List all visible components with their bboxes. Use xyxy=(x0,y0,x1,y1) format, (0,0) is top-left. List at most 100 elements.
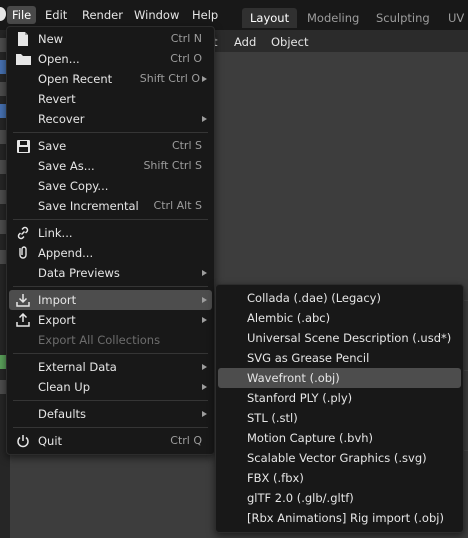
link-icon xyxy=(15,225,31,241)
menu-item-label: Collada (.dae) (Legacy) xyxy=(247,291,381,305)
menu-item-defaults[interactable]: Defaults xyxy=(9,404,212,424)
menu-window[interactable]: Window xyxy=(129,6,184,24)
tab-uv[interactable]: UV xyxy=(440,8,468,28)
menu-item-label: Recover xyxy=(38,112,85,126)
menu-item-label: Alembic (.abc) xyxy=(247,311,331,325)
menu-item-label: Defaults xyxy=(38,407,87,421)
shortcut-label: Shift Ctrl O xyxy=(139,72,200,85)
menu-item-label: Save Copy... xyxy=(38,179,109,193)
submenu-arrow-icon xyxy=(202,297,207,303)
menu-edit[interactable]: Edit xyxy=(40,6,72,24)
menu-item-append[interactable]: Append... xyxy=(9,243,212,263)
new-file-icon xyxy=(15,31,31,47)
menu-item-external-data[interactable]: External Data xyxy=(9,357,212,377)
menu-item-save-as[interactable]: Save As... Shift Ctrl S xyxy=(9,156,212,176)
menu-item-open[interactable]: Open... Ctrl O xyxy=(9,49,212,69)
menu-item-label: Quit xyxy=(38,434,63,448)
menu-item-data-previews[interactable]: Data Previews xyxy=(9,263,212,283)
save-icon xyxy=(15,138,31,154)
menu-item-open-recent[interactable]: Open Recent Shift Ctrl O xyxy=(9,69,212,89)
menu-item-label: Scalable Vector Graphics (.svg) xyxy=(247,451,427,465)
submenu-arrow-icon xyxy=(202,76,207,82)
menu-item-label: New xyxy=(38,32,64,46)
menu-render[interactable]: Render xyxy=(77,6,128,24)
menu-item-label: Save As... xyxy=(38,159,95,173)
menu-item-clean-up[interactable]: Clean Up xyxy=(9,377,212,397)
submenu-arrow-icon xyxy=(202,384,207,390)
menu-separator xyxy=(13,400,208,401)
menu-item-label: STL (.stl) xyxy=(247,411,298,425)
import-item-alembic[interactable]: Alembic (.abc) xyxy=(218,308,461,328)
menu-item-label: Export xyxy=(38,313,76,327)
blender-logo-icon[interactable] xyxy=(0,7,6,21)
menu-item-new[interactable]: New Ctrl N xyxy=(9,29,212,49)
menu-separator xyxy=(13,219,208,220)
import-item-svg-grease-pencil[interactable]: SVG as Grease Pencil xyxy=(218,348,461,368)
shortcut-label: Shift Ctrl S xyxy=(143,159,202,172)
menu-item-save-copy[interactable]: Save Copy... xyxy=(9,176,212,196)
menu-item-recover[interactable]: Recover xyxy=(9,109,212,129)
submenu-arrow-icon xyxy=(202,270,207,276)
menu-separator xyxy=(13,427,208,428)
import-item-stanford-ply[interactable]: Stanford PLY (.ply) xyxy=(218,388,461,408)
menu-item-label: Open Recent xyxy=(38,72,113,86)
menu-item-label: Data Previews xyxy=(38,266,120,280)
folder-icon xyxy=(15,51,31,67)
menu-item-label: Wavefront (.obj) xyxy=(247,371,340,385)
menu-item-label: Stanford PLY (.ply) xyxy=(247,391,353,405)
import-item-gltf[interactable]: glTF 2.0 (.glb/.gltf) xyxy=(218,488,461,508)
menu-item-label: Import xyxy=(38,293,77,307)
menu-item-label: Revert xyxy=(38,92,76,106)
tab-modeling[interactable]: Modeling xyxy=(299,8,367,28)
blender-window: File Edit Render Window Help Layout Mode… xyxy=(0,0,468,538)
tab-layout[interactable]: Layout xyxy=(242,8,298,28)
menu-item-export-all-collections: Export All Collections xyxy=(9,330,212,350)
submenu-arrow-icon xyxy=(202,364,207,370)
tab-sculpting[interactable]: Sculpting xyxy=(368,8,438,28)
shortcut-label: Ctrl S xyxy=(171,139,202,152)
import-item-usd[interactable]: Universal Scene Description (.usd*) xyxy=(218,328,461,348)
import-item-svg[interactable]: Scalable Vector Graphics (.svg) xyxy=(218,448,461,468)
menu-item-label: Save xyxy=(38,139,67,153)
menu-item-save[interactable]: Save Ctrl S xyxy=(9,136,212,156)
menu-help[interactable]: Help xyxy=(187,6,223,24)
shortcut-label: Ctrl N xyxy=(170,32,202,45)
menu-item-label: External Data xyxy=(38,360,117,374)
file-menu: New Ctrl N Open... Ctrl O Open Recent Sh… xyxy=(6,26,215,455)
append-icon xyxy=(15,245,31,261)
shortcut-label: Ctrl Q xyxy=(170,434,202,447)
menu-item-label: Export All Collections xyxy=(38,333,161,347)
menu-item-export[interactable]: Export xyxy=(9,310,212,330)
import-item-fbx[interactable]: FBX (.fbx) xyxy=(218,468,461,488)
menu-separator xyxy=(13,353,208,354)
menu-item-label: Save Incremental xyxy=(38,199,139,213)
power-icon xyxy=(15,433,31,449)
import-item-wavefront-obj[interactable]: Wavefront (.obj) xyxy=(218,368,461,388)
menu-item-label: Motion Capture (.bvh) xyxy=(247,431,374,445)
menu-separator xyxy=(13,286,208,287)
menu-item-quit[interactable]: Quit Ctrl Q xyxy=(9,431,212,451)
menu-separator xyxy=(13,132,208,133)
shortcut-label: Ctrl Alt S xyxy=(153,199,202,212)
submenu-arrow-icon xyxy=(202,116,207,122)
menu-item-label: Universal Scene Description (.usd*) xyxy=(247,331,452,345)
menu-file[interactable]: File xyxy=(7,6,37,24)
menu-item-save-incremental[interactable]: Save Incremental Ctrl Alt S xyxy=(9,196,212,216)
menu-item-label: SVG as Grease Pencil xyxy=(247,351,370,365)
viewport-menu-object[interactable]: Object xyxy=(271,34,308,50)
import-item-rbx-rig[interactable]: [Rbx Animations] Rig import (.obj) xyxy=(218,508,461,528)
submenu-arrow-icon xyxy=(202,411,207,417)
menu-item-label: Open... xyxy=(38,52,80,66)
menu-item-import[interactable]: Import xyxy=(9,290,212,310)
menu-item-label: glTF 2.0 (.glb/.gltf) xyxy=(247,491,354,505)
menu-item-label: [Rbx Animations] Rig import (.obj) xyxy=(247,511,444,525)
viewport-menu-add[interactable]: Add xyxy=(234,34,256,50)
menu-item-label: Append... xyxy=(38,246,94,260)
menu-item-revert[interactable]: Revert xyxy=(9,89,212,109)
import-item-collada[interactable]: Collada (.dae) (Legacy) xyxy=(218,288,461,308)
import-item-stl[interactable]: STL (.stl) xyxy=(218,408,461,428)
menu-item-label: FBX (.fbx) xyxy=(247,471,304,485)
import-item-motion-capture[interactable]: Motion Capture (.bvh) xyxy=(218,428,461,448)
menu-item-link[interactable]: Link... xyxy=(9,223,212,243)
submenu-arrow-icon xyxy=(202,317,207,323)
